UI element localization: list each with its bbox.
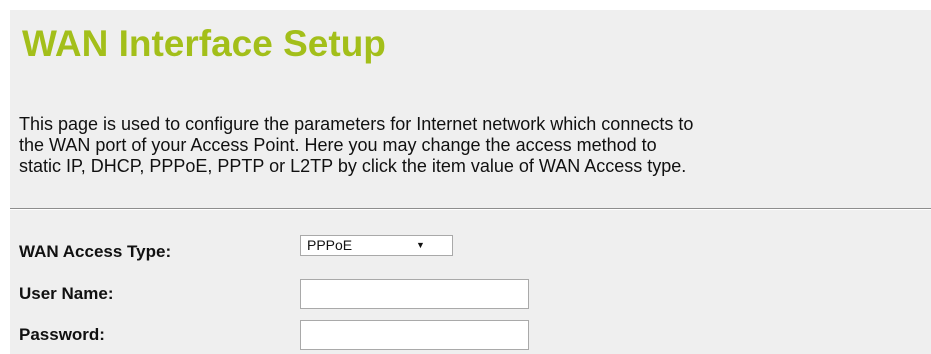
wan-setup-panel: WAN Interface Setup This page is used to… xyxy=(10,10,931,354)
wan-access-type-select[interactable]: PPPoE ▼ xyxy=(300,235,453,256)
section-divider xyxy=(10,208,931,210)
chevron-down-icon: ▼ xyxy=(416,240,425,250)
user-name-input[interactable] xyxy=(300,279,529,309)
wan-access-type-label: WAN Access Type: xyxy=(19,242,172,261)
user-name-label: User Name: xyxy=(19,284,114,303)
description-line-2: the WAN port of your Access Point. Here … xyxy=(19,135,657,155)
page-description: This page is used to configure the param… xyxy=(19,114,929,177)
wan-access-type-value: PPPoE xyxy=(307,237,353,253)
description-line-3: static IP, DHCP, PPPoE, PPTP or L2TP by … xyxy=(19,156,687,176)
page-title: WAN Interface Setup xyxy=(22,23,386,64)
description-line-1: This page is used to configure the param… xyxy=(19,114,694,134)
password-input[interactable] xyxy=(300,320,529,350)
password-label: Password: xyxy=(19,325,105,344)
